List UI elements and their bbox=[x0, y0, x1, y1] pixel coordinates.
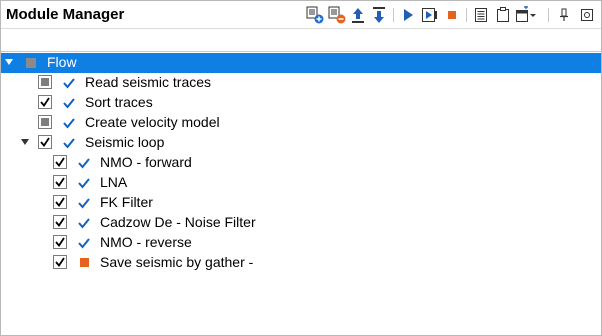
window-options-icon bbox=[516, 6, 536, 22]
close-panel-icon bbox=[581, 9, 593, 21]
tree-item-label: Save seismic by gather - bbox=[100, 254, 254, 270]
tree-item-label: NMO - reverse bbox=[100, 234, 192, 250]
run-button[interactable] bbox=[399, 6, 417, 24]
toolbar bbox=[1, 6, 601, 26]
enabled-check-icon bbox=[63, 118, 75, 129]
enabled-check-icon bbox=[78, 178, 90, 189]
tree-item-label: Flow bbox=[47, 54, 77, 70]
enabled-check-icon bbox=[78, 218, 90, 229]
checkmark-icon bbox=[55, 177, 65, 187]
add-module-button[interactable] bbox=[306, 6, 324, 24]
toolbar-separator bbox=[466, 8, 467, 22]
stop-icon bbox=[448, 11, 456, 19]
move-up-button[interactable] bbox=[349, 6, 367, 24]
tree-row[interactable]: Save seismic by gather - bbox=[1, 253, 601, 273]
module-checkbox[interactable] bbox=[38, 135, 52, 149]
move-down-button[interactable] bbox=[370, 6, 388, 24]
module-checkbox[interactable] bbox=[38, 75, 52, 89]
remove-module-icon bbox=[328, 6, 346, 24]
tree-item-label: Seismic loop bbox=[85, 134, 165, 150]
checkmark-icon bbox=[55, 197, 65, 207]
module-checkbox[interactable] bbox=[53, 255, 67, 269]
pin-button[interactable] bbox=[555, 6, 573, 24]
enabled-check-icon bbox=[78, 198, 90, 209]
enabled-check-icon bbox=[63, 78, 75, 89]
tree-item-label: NMO - forward bbox=[100, 154, 192, 170]
module-checkbox[interactable] bbox=[53, 195, 67, 209]
tree-item-label: Read seismic traces bbox=[85, 74, 212, 90]
module-checkbox[interactable] bbox=[53, 235, 67, 249]
expand-arrow-icon[interactable] bbox=[21, 139, 29, 145]
tree-row[interactable]: Create velocity model bbox=[1, 113, 601, 133]
tree-row[interactable]: FK Filter bbox=[1, 193, 601, 213]
checkmark-icon bbox=[40, 97, 50, 107]
enabled-check-icon bbox=[63, 98, 75, 109]
close-panel-button[interactable] bbox=[578, 6, 596, 24]
tree-item-label: Cadzow De - Noise Filter bbox=[100, 214, 256, 230]
flow-icon bbox=[26, 58, 36, 68]
tree-item-label: FK Filter bbox=[100, 194, 153, 210]
enabled-check-icon bbox=[63, 138, 75, 149]
tree-row[interactable]: Sort traces bbox=[1, 93, 601, 113]
module-checkbox[interactable] bbox=[38, 95, 52, 109]
stop-button[interactable] bbox=[443, 6, 461, 24]
checkmark-icon bbox=[55, 217, 65, 227]
module-checkbox[interactable] bbox=[53, 175, 67, 189]
enabled-check-icon bbox=[78, 158, 90, 169]
checkmark-icon bbox=[55, 157, 65, 167]
tree-row[interactable]: LNA bbox=[1, 173, 601, 193]
pending-status-icon bbox=[80, 258, 89, 267]
run-step-icon bbox=[422, 8, 437, 22]
tree-row-flow[interactable]: Flow bbox=[1, 53, 601, 73]
module-checkbox[interactable] bbox=[53, 155, 67, 169]
move-down-icon bbox=[373, 7, 385, 23]
module-checkbox[interactable] bbox=[38, 115, 52, 129]
clipboard-icon bbox=[497, 7, 509, 22]
clipboard-button[interactable] bbox=[494, 6, 512, 24]
checkmark-icon bbox=[55, 237, 65, 247]
module-checkbox[interactable] bbox=[53, 215, 67, 229]
run-icon bbox=[404, 9, 413, 21]
toolbar-separator bbox=[548, 8, 549, 22]
move-up-icon bbox=[352, 8, 364, 23]
remove-module-button[interactable] bbox=[328, 6, 346, 24]
module-manager-panel: Module Manager Flow Read seismic traces … bbox=[0, 0, 602, 336]
enabled-check-icon bbox=[78, 238, 90, 249]
checkmark-icon bbox=[55, 257, 65, 267]
tree-item-label: Create velocity model bbox=[85, 114, 220, 130]
window-options-button[interactable] bbox=[515, 6, 539, 24]
tree-row[interactable]: NMO - forward bbox=[1, 153, 601, 173]
tree-row[interactable]: NMO - reverse bbox=[1, 233, 601, 253]
add-module-icon bbox=[306, 6, 324, 24]
tree-row[interactable]: Cadzow De - Noise Filter bbox=[1, 213, 601, 233]
pin-icon bbox=[560, 8, 568, 21]
tree-row[interactable]: Read seismic traces bbox=[1, 73, 601, 93]
panel-titlebar: Module Manager bbox=[1, 1, 601, 28]
properties-button[interactable] bbox=[472, 6, 490, 24]
tree-row-seismic-loop[interactable]: Seismic loop bbox=[1, 133, 601, 153]
tree-item-label: LNA bbox=[100, 174, 128, 190]
tree-item-label: Sort traces bbox=[85, 94, 153, 110]
expand-arrow-icon[interactable] bbox=[5, 59, 13, 65]
properties-icon bbox=[475, 8, 487, 22]
panel-filter-strip bbox=[1, 28, 601, 52]
run-step-button[interactable] bbox=[421, 6, 439, 24]
toolbar-separator bbox=[393, 8, 394, 22]
checkmark-icon bbox=[40, 137, 50, 147]
